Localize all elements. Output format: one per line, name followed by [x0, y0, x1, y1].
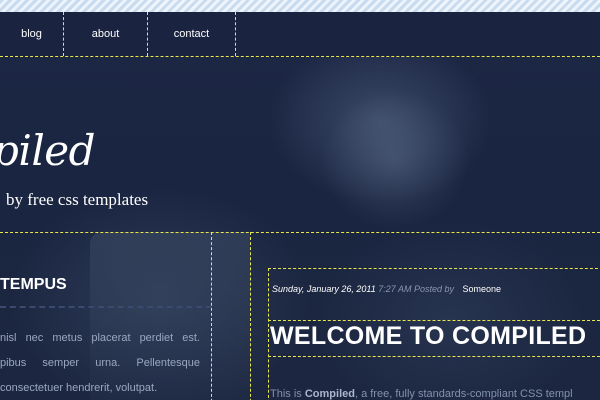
post-title[interactable]: WELCOME TO COMPILED: [270, 322, 586, 351]
top-stripe-band: [0, 0, 600, 12]
post-excerpt: This is Compiled, a free, fully standard…: [270, 388, 573, 400]
sidebar-divider: [0, 306, 212, 308]
post-excerpt-suffix: , a free, fully standards-compliant CSS …: [354, 388, 573, 400]
column-divider: [250, 232, 251, 400]
nav-item-contact[interactable]: contact: [148, 12, 236, 56]
post-excerpt-prefix: This is: [270, 388, 305, 400]
posted-by-label: Posted by: [413, 284, 454, 294]
post-excerpt-name: Compiled: [304, 388, 355, 400]
site-tagline: by free css templates: [6, 190, 149, 209]
background-image-shape: [320, 90, 470, 230]
sidebar-text-line: consectetuer hendrerit, volutpat.: [0, 382, 158, 394]
sidebar-heading: TEMPUS: [0, 276, 67, 293]
post-time: 7:27 AM: [378, 284, 412, 294]
nav-item-blog[interactable]: blog: [0, 12, 64, 56]
page: blog about contact piled by free css tem…: [0, 0, 600, 400]
post-title-divider: [268, 356, 600, 357]
sidebar-text-line: pibus semper urna. Pellentesque: [0, 357, 200, 369]
sidebar-text-line: nisl nec metus placerat perdiet est.: [0, 332, 200, 344]
sidebar-text: nisl nec metus placerat perdiet est. pib…: [0, 326, 200, 400]
nav-item-about[interactable]: about: [64, 12, 148, 56]
post-author[interactable]: Someone: [463, 284, 502, 294]
main-navigation: blog about contact: [0, 12, 600, 57]
site-title[interactable]: piled: [0, 126, 96, 175]
post-meta: Sunday, January 26, 2011 7:27 AM Posted …: [272, 284, 501, 294]
post-date: Sunday, January 26, 2011: [272, 284, 376, 294]
post-title-divider: [268, 320, 600, 321]
